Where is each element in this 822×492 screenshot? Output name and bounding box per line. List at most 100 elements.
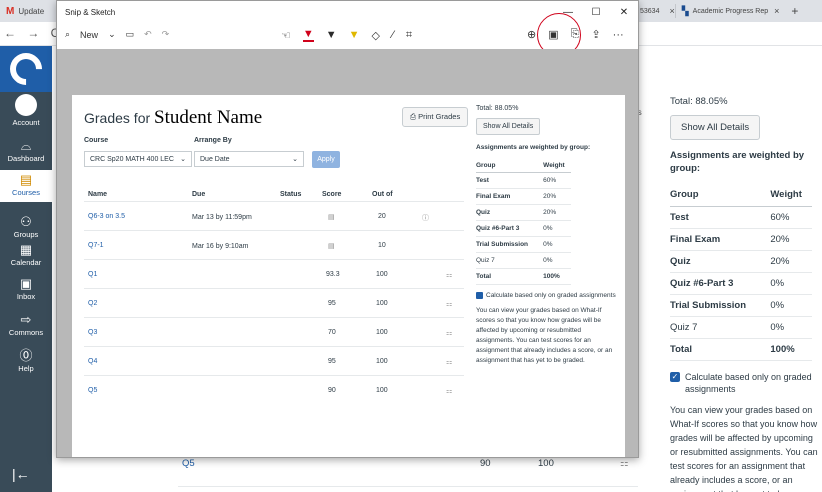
highlighter-icon[interactable]: ▼ bbox=[349, 29, 360, 41]
table-row: Q3 70 100 ⚏ bbox=[84, 317, 464, 346]
touch-writing-icon[interactable]: ☜ bbox=[281, 29, 291, 42]
nav-inbox-label: Inbox bbox=[16, 292, 36, 301]
snip-sketch-window: Snip & Sketch — ☐ ✕ ⌕ New ⌄ ▭ ↶ ↷ ☜ ▼ ▼ … bbox=[56, 0, 639, 458]
chevron-down-icon[interactable]: ⌄ bbox=[108, 29, 116, 40]
weights-value: 20% bbox=[770, 228, 812, 251]
assignment-link[interactable]: Q6-3 on 3.5 bbox=[88, 213, 125, 220]
weights-row: Quiz 20% bbox=[670, 250, 812, 273]
nav-calendar-label: Calendar bbox=[10, 258, 42, 267]
assignment-out-of: 100 bbox=[376, 271, 388, 278]
tab-partial-label[interactable]: 53634 bbox=[640, 8, 659, 15]
show-all-details-button[interactable]: Show All Details bbox=[670, 115, 761, 140]
weights-value: 0% bbox=[543, 252, 571, 269]
assignment-link[interactable]: Q7-1 bbox=[88, 242, 104, 249]
weights-header-weight: Weight bbox=[770, 183, 812, 207]
tab-gmail[interactable]: M Update bbox=[0, 0, 58, 22]
pencil-icon[interactable]: ▼ bbox=[326, 29, 337, 41]
weights-value: 0% bbox=[543, 220, 571, 237]
rubric-icon[interactable]: ⚏ bbox=[446, 300, 452, 308]
snip-title: Snip & Sketch bbox=[65, 7, 116, 17]
arrange-by-value: Due Date bbox=[200, 155, 230, 163]
nav-commons-label: Commons bbox=[8, 328, 44, 337]
collapse-nav-icon[interactable]: |← bbox=[12, 466, 30, 482]
submission-icon[interactable]: ▤ bbox=[328, 213, 335, 221]
bg-assignment-name[interactable]: Q5 bbox=[182, 458, 195, 469]
undo-icon[interactable]: ↶ bbox=[144, 29, 152, 40]
close-icon[interactable]: ✕ bbox=[610, 1, 638, 23]
nav-account[interactable]: Account bbox=[0, 94, 52, 127]
total-grade: Total: 88.05% bbox=[476, 105, 519, 112]
calculate-graded-only-label: Calculate based only on graded assignmen… bbox=[685, 372, 812, 394]
nav-courses[interactable]: ▤ Courses bbox=[0, 170, 52, 202]
checkbox-checked-icon[interactable] bbox=[476, 292, 483, 299]
nav-commons[interactable]: ⇨ Commons bbox=[0, 312, 52, 337]
more-options-button[interactable]: ··· bbox=[613, 29, 624, 41]
open-file-icon[interactable]: ▭ bbox=[126, 29, 135, 40]
tab-academic-progress-label: Academic Progress Rep bbox=[692, 7, 769, 15]
checkbox-checked-icon[interactable]: ✓ bbox=[670, 372, 680, 382]
bg-rubric-icon[interactable]: ⚏ bbox=[620, 458, 629, 469]
ballpoint-pen-red-icon[interactable]: ▼ bbox=[302, 28, 314, 42]
assignment-out-of: 100 bbox=[376, 387, 388, 394]
calculate-graded-only[interactable]: Calculate based only on graded assignmen… bbox=[476, 291, 620, 300]
submission-icon[interactable]: ▤ bbox=[328, 242, 335, 250]
weights-value: 0% bbox=[770, 316, 812, 339]
new-snip-icon[interactable]: ⌕ bbox=[65, 29, 70, 40]
assignment-link[interactable]: Q5 bbox=[88, 387, 97, 394]
rubric-icon[interactable]: ⚏ bbox=[446, 271, 452, 279]
what-if-paragraph: You can view your grades based on What-I… bbox=[476, 307, 613, 364]
ruler-icon[interactable]: ⁄ bbox=[392, 29, 394, 41]
browser-nav-arrows[interactable]: ← → C bbox=[4, 26, 63, 40]
bg-assignment-out-of: 100 bbox=[538, 458, 554, 469]
weights-group: Quiz #6-Part 3 bbox=[476, 220, 544, 237]
nav-dashboard[interactable]: ⌓ Dashboard bbox=[0, 138, 52, 163]
share-icon[interactable]: ⇪ bbox=[591, 28, 600, 41]
print-grades-button[interactable]: ⎙ Print Grades bbox=[402, 107, 469, 127]
tab-academic-progress[interactable]: ▚ Academic Progress Rep × bbox=[674, 4, 786, 18]
weights-value: 0% bbox=[770, 294, 812, 317]
arrange-by-select[interactable]: Due Date ⌄ bbox=[194, 151, 304, 167]
maximize-icon[interactable]: ☐ bbox=[582, 1, 610, 23]
info-icon[interactable]: ⓘ bbox=[422, 213, 429, 223]
nav-inbox[interactable]: ▣ Inbox bbox=[0, 276, 52, 301]
zoom-icon[interactable]: ⊕ bbox=[527, 28, 536, 41]
table-row: Q5 90 100 ⚏ bbox=[84, 375, 464, 404]
calendar-icon: ▦ bbox=[19, 242, 33, 257]
course-select[interactable]: CRC Sp20 MATH 400 LEC ⌄ bbox=[84, 151, 192, 167]
course-label: Course bbox=[84, 137, 109, 144]
weights-group: Quiz bbox=[476, 204, 544, 221]
show-all-details-button[interactable]: Show All Details bbox=[476, 118, 541, 135]
weights-group: Total bbox=[670, 338, 771, 361]
tab-close-icon[interactable]: × bbox=[774, 6, 779, 16]
weights-group: Test bbox=[670, 206, 771, 229]
apply-button[interactable]: Apply bbox=[312, 151, 340, 168]
nav-help[interactable]: ⓪ Help bbox=[0, 348, 52, 373]
rubric-icon[interactable]: ⚏ bbox=[446, 387, 452, 395]
rubric-icon[interactable]: ⚏ bbox=[446, 329, 452, 337]
nav-calendar[interactable]: ▦ Calendar bbox=[0, 242, 52, 267]
avatar bbox=[15, 94, 37, 116]
nav-groups[interactable]: ⚇ Groups bbox=[0, 214, 52, 239]
calculate-graded-only[interactable]: ✓ Calculate based only on graded assignm… bbox=[670, 371, 820, 395]
redo-icon[interactable]: ↷ bbox=[162, 29, 170, 40]
weights-value: 20% bbox=[543, 204, 571, 221]
crop-icon[interactable]: ⌗ bbox=[406, 29, 412, 42]
canvas-logo[interactable] bbox=[0, 46, 52, 92]
weights-group: Trial Submission bbox=[476, 236, 544, 253]
weights-table: Group Weight Test 60% Final Exam 20% Quiz 20… bbox=[670, 183, 812, 361]
weights-row: Test 60% bbox=[670, 206, 812, 229]
assignment-link[interactable]: Q4 bbox=[88, 358, 97, 365]
assignment-link[interactable]: Q3 bbox=[88, 329, 97, 336]
weights-value: 20% bbox=[543, 188, 571, 205]
weighted-note: Assignments are weighted by group: bbox=[476, 144, 591, 151]
weights-row: Final Exam 20% bbox=[476, 188, 571, 205]
report-tab-icon: ▚ bbox=[681, 5, 689, 16]
snip-canvas[interactable]: Grades for Student Name ⎙ Print Grades C… bbox=[57, 49, 638, 457]
eraser-icon[interactable]: ◇ bbox=[372, 29, 380, 42]
new-tab-icon[interactable]: + bbox=[791, 4, 798, 18]
new-snip-button[interactable]: New bbox=[80, 30, 98, 40]
assignment-score: 93.3 bbox=[326, 271, 340, 278]
assignment-link[interactable]: Q2 bbox=[88, 300, 97, 307]
assignment-link[interactable]: Q1 bbox=[88, 271, 97, 278]
rubric-icon[interactable]: ⚏ bbox=[446, 358, 452, 366]
